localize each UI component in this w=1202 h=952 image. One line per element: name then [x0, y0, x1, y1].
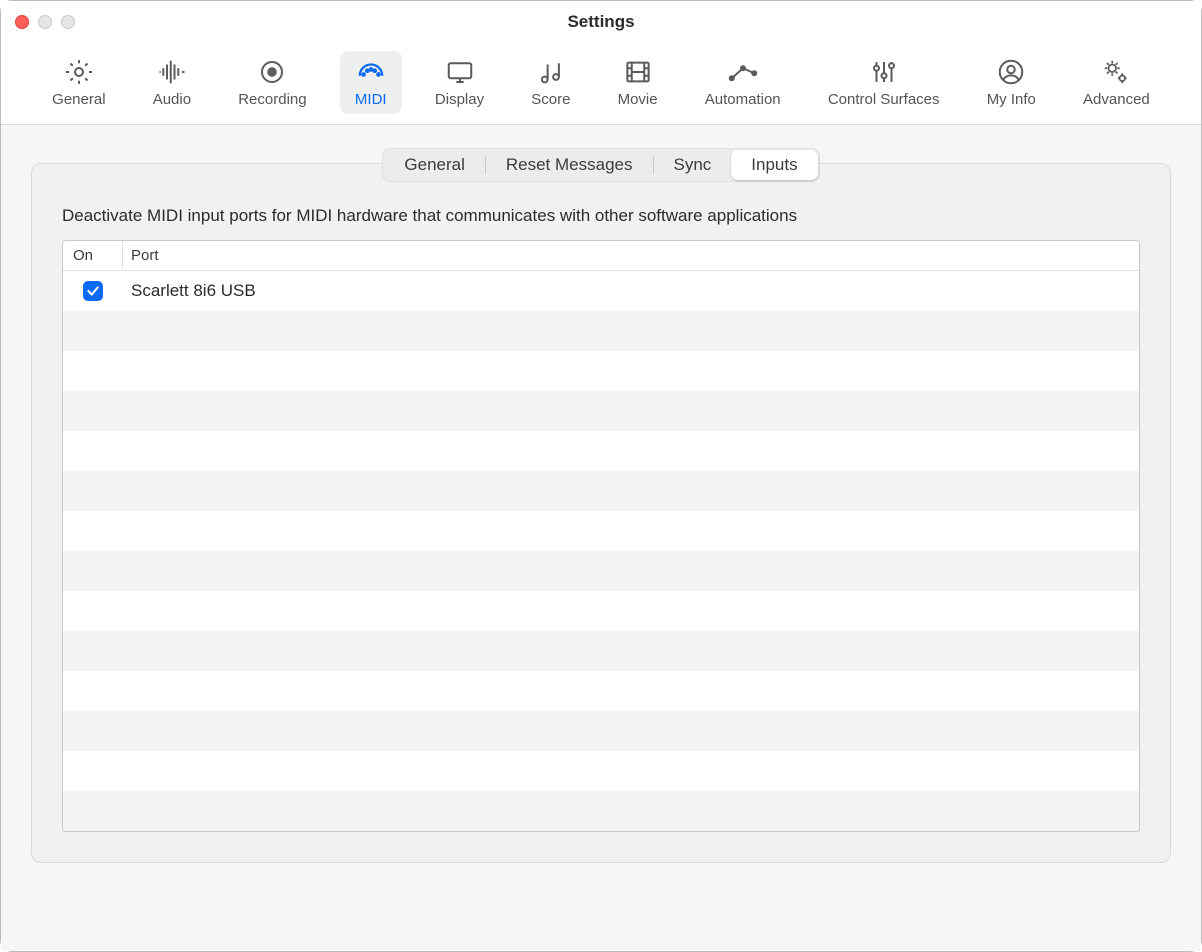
tab-label: General [52, 91, 105, 108]
table-row-empty [63, 831, 1139, 832]
column-header-port[interactable]: Port [123, 241, 1139, 270]
table-row-empty [63, 591, 1139, 631]
tab-my-info[interactable]: My Info [973, 51, 1050, 114]
tab-general[interactable]: General [38, 51, 119, 114]
table-row-empty [63, 671, 1139, 711]
tab-label: Movie [618, 91, 658, 108]
tab-label: My Info [987, 91, 1036, 108]
gear-icon [62, 57, 96, 87]
subtab-general[interactable]: General [384, 150, 484, 180]
window-title: Settings [567, 12, 634, 32]
tab-label: Advanced [1083, 91, 1150, 108]
tab-automation[interactable]: Automation [691, 51, 795, 114]
column-header-on[interactable]: On [63, 241, 123, 270]
table-row-empty [63, 751, 1139, 791]
tab-audio[interactable]: Audio [139, 51, 205, 114]
subtab-inputs[interactable]: Inputs [731, 150, 817, 180]
table-row-empty [63, 311, 1139, 351]
minimize-window-button[interactable] [38, 15, 52, 29]
tab-label: Score [531, 91, 570, 108]
automation-curve-icon [726, 57, 760, 87]
table-row[interactable]: Scarlett 8i6 USB [63, 271, 1139, 311]
midi-inputs-panel: General Reset Messages Sync Inputs Deact… [31, 163, 1171, 863]
subtab-sync[interactable]: Sync [654, 150, 732, 180]
midi-subtab-segmented: General Reset Messages Sync Inputs [382, 148, 819, 182]
tab-label: MIDI [355, 91, 387, 108]
zoom-window-button[interactable] [61, 15, 75, 29]
port-enabled-checkbox[interactable] [83, 281, 103, 301]
music-notes-icon [534, 57, 568, 87]
tab-control-surfaces[interactable]: Control Surfaces [814, 51, 954, 114]
cell-port: Scarlett 8i6 USB [123, 281, 1139, 301]
tab-midi[interactable]: MIDI [340, 51, 402, 114]
waveform-icon [155, 57, 189, 87]
tab-label: Recording [238, 91, 306, 108]
table-row-empty [63, 631, 1139, 671]
table-row-empty [63, 471, 1139, 511]
tab-display[interactable]: Display [421, 51, 498, 114]
sliders-icon [867, 57, 901, 87]
tab-label: Control Surfaces [828, 91, 940, 108]
tab-movie[interactable]: Movie [604, 51, 672, 114]
titlebar: Settings [1, 1, 1201, 43]
cell-on [63, 281, 123, 301]
close-window-button[interactable] [15, 15, 29, 29]
display-icon [443, 57, 477, 87]
window-controls [15, 15, 75, 29]
table-row-empty [63, 431, 1139, 471]
subtab-reset-messages[interactable]: Reset Messages [486, 150, 653, 180]
table-header: On Port [63, 241, 1139, 271]
table-body: Scarlett 8i6 USB [63, 271, 1139, 831]
midi-inputs-table: On Port Scarlett 8i6 USB [62, 240, 1140, 832]
table-row-empty [63, 391, 1139, 431]
table-row-empty [63, 511, 1139, 551]
tab-label: Automation [705, 91, 781, 108]
content-area: General Reset Messages Sync Inputs Deact… [1, 125, 1201, 951]
inputs-description: Deactivate MIDI input ports for MIDI har… [62, 206, 1140, 226]
midi-port-icon [354, 57, 388, 87]
table-row-empty [63, 711, 1139, 751]
tab-advanced[interactable]: Advanced [1069, 51, 1164, 114]
tab-label: Display [435, 91, 484, 108]
gears-icon [1099, 57, 1133, 87]
filmstrip-icon [621, 57, 655, 87]
record-icon [255, 57, 289, 87]
tab-recording[interactable]: Recording [224, 51, 320, 114]
tab-label: Audio [153, 91, 191, 108]
table-row-empty [63, 791, 1139, 831]
table-row-empty [63, 351, 1139, 391]
user-circle-icon [994, 57, 1028, 87]
tab-score[interactable]: Score [517, 51, 584, 114]
table-row-empty [63, 551, 1139, 591]
preferences-toolbar: General Audio Recording [1, 43, 1201, 125]
